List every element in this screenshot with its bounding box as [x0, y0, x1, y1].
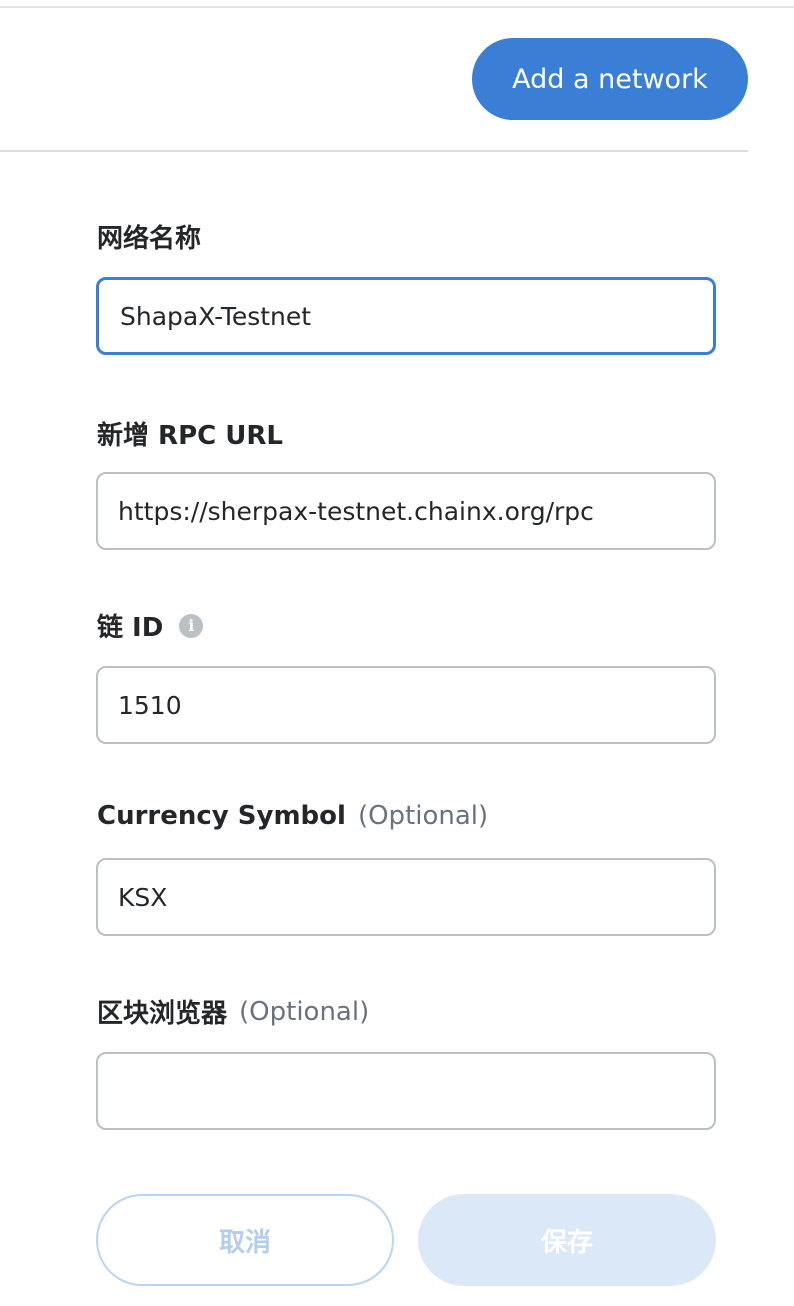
network-name-label: 网络名称: [97, 218, 201, 255]
chain-id-label-text: 链 ID: [97, 613, 164, 643]
block-explorer-optional: (Optional): [239, 996, 370, 1027]
add-network-page: Add a network 网络名称 新增 RPC URL 链 ID i Cur…: [0, 0, 794, 1306]
chain-id-input[interactable]: [96, 666, 716, 744]
cancel-button[interactable]: 取消: [96, 1194, 394, 1286]
chain-id-label: 链 ID i: [97, 607, 204, 644]
save-button[interactable]: 保存: [418, 1194, 716, 1286]
info-icon[interactable]: i: [179, 613, 204, 638]
currency-symbol-label: Currency Symbol (Optional): [97, 801, 488, 831]
block-explorer-label: 区块浏览器 (Optional): [97, 993, 369, 1030]
rpc-url-input[interactable]: [96, 472, 716, 550]
network-name-label-text: 网络名称: [97, 224, 202, 254]
block-explorer-input[interactable]: [96, 1052, 716, 1130]
currency-symbol-optional: (Optional): [357, 801, 489, 831]
rpc-url-label: 新增 RPC URL: [97, 415, 283, 452]
currency-symbol-label-text: Currency Symbol: [97, 801, 346, 831]
top-divider: [0, 6, 794, 8]
block-explorer-label-text: 区块浏览器: [97, 999, 228, 1029]
currency-symbol-input[interactable]: [96, 858, 716, 936]
rpc-url-label-text: 新增 RPC URL: [97, 421, 283, 451]
network-name-input[interactable]: [96, 277, 716, 355]
header-divider: [0, 150, 748, 152]
add-network-button[interactable]: Add a network: [472, 38, 748, 120]
